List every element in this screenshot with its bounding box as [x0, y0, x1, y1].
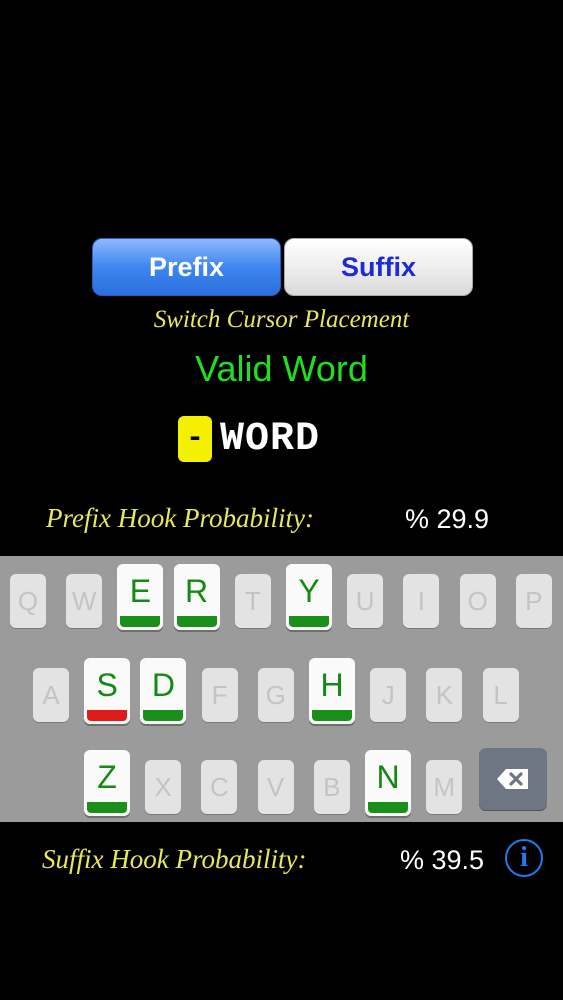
key-label: I	[417, 585, 425, 616]
key-label: E	[129, 572, 152, 609]
key-label: G	[265, 679, 286, 710]
hook-indicator-bar	[143, 710, 184, 721]
key-g[interactable]: G	[257, 668, 294, 722]
hook-indicator-bar	[120, 616, 161, 627]
word-display: - WORD	[178, 414, 320, 464]
prefix-hook-value: % 29.9	[405, 504, 490, 534]
cursor-placement-toggle: Prefix Suffix	[92, 238, 473, 296]
key-n[interactable]: N	[365, 750, 411, 816]
key-label: J	[381, 679, 395, 710]
hook-indicator-bar	[289, 616, 329, 627]
key-label: O	[467, 585, 488, 616]
key-label: Y	[298, 572, 320, 609]
key-k[interactable]: K	[426, 668, 463, 722]
key-a[interactable]: A	[33, 668, 69, 722]
hook-indicator-bar	[176, 616, 217, 627]
suffix-hook-row: Suffix Hook Probability: % 39.5	[0, 844, 563, 884]
key-t[interactable]: T	[234, 574, 271, 628]
key-v[interactable]: V	[257, 760, 294, 814]
key-o[interactable]: O	[459, 574, 496, 628]
key-y[interactable]: Y	[286, 564, 332, 630]
key-label: N	[376, 758, 400, 795]
key-label: F	[211, 679, 228, 710]
key-c[interactable]: C	[201, 760, 238, 814]
key-label: L	[493, 679, 508, 710]
prefix-hook-label: Prefix Hook Probability:	[46, 503, 314, 533]
key-h[interactable]: H	[309, 658, 355, 724]
key-q[interactable]: Q	[10, 574, 46, 628]
key-e[interactable]: E	[117, 564, 164, 630]
key-d[interactable]: D	[140, 658, 187, 724]
prefix-hook-row: Prefix Hook Probability: % 29.9	[0, 503, 563, 543]
key-s[interactable]: S	[84, 658, 131, 724]
suffix-hook-label: Suffix Hook Probability:	[42, 844, 307, 874]
backspace-icon	[497, 769, 528, 789]
key-z[interactable]: Z	[84, 750, 130, 816]
cursor-marker: -	[178, 416, 212, 462]
info-icon[interactable]: i	[505, 839, 543, 877]
key-label: K	[435, 679, 454, 710]
backspace-key[interactable]	[479, 748, 547, 810]
key-label: W	[71, 585, 97, 616]
key-r[interactable]: R	[173, 564, 220, 630]
key-j[interactable]: J	[370, 668, 407, 722]
key-label: B	[323, 771, 341, 802]
hook-indicator-bar	[312, 710, 352, 721]
hook-indicator-bar	[368, 802, 408, 813]
key-p[interactable]: P	[515, 574, 552, 628]
key-l[interactable]: L	[482, 668, 519, 722]
key-b[interactable]: B	[313, 760, 350, 814]
key-label: Z	[97, 758, 117, 795]
key-i[interactable]: I	[403, 574, 440, 628]
key-label: S	[96, 666, 118, 703]
key-label: U	[355, 585, 375, 616]
prefix-button[interactable]: Prefix	[92, 238, 281, 296]
suffix-hook-value: % 39.5	[400, 845, 485, 875]
key-label: A	[42, 679, 60, 710]
current-word: WORD	[220, 416, 321, 462]
key-label: Q	[17, 585, 39, 616]
suffix-button[interactable]: Suffix	[284, 238, 473, 296]
key-label: H	[320, 666, 344, 703]
hook-indicator-bar	[87, 710, 128, 721]
letter-keyboard: Q W ER T Y U I O P A SD F G H J K L Z X C V B N M	[0, 556, 563, 822]
key-f[interactable]: F	[201, 668, 238, 722]
switch-cursor-caption: Switch Cursor Placement	[153, 306, 410, 333]
key-m[interactable]: M	[426, 760, 463, 814]
key-label: V	[266, 771, 285, 802]
key-x[interactable]: X	[145, 760, 182, 814]
key-label: C	[210, 771, 229, 802]
key-label: M	[433, 771, 456, 802]
key-label: X	[154, 771, 172, 802]
key-w[interactable]: W	[66, 574, 103, 628]
key-label: D	[151, 666, 175, 703]
word-status: Valid Word	[195, 348, 368, 389]
hook-indicator-bar	[87, 802, 127, 813]
key-label: T	[244, 585, 261, 616]
key-label: R	[185, 572, 209, 609]
key-u[interactable]: U	[347, 574, 384, 628]
key-label: P	[525, 585, 543, 616]
